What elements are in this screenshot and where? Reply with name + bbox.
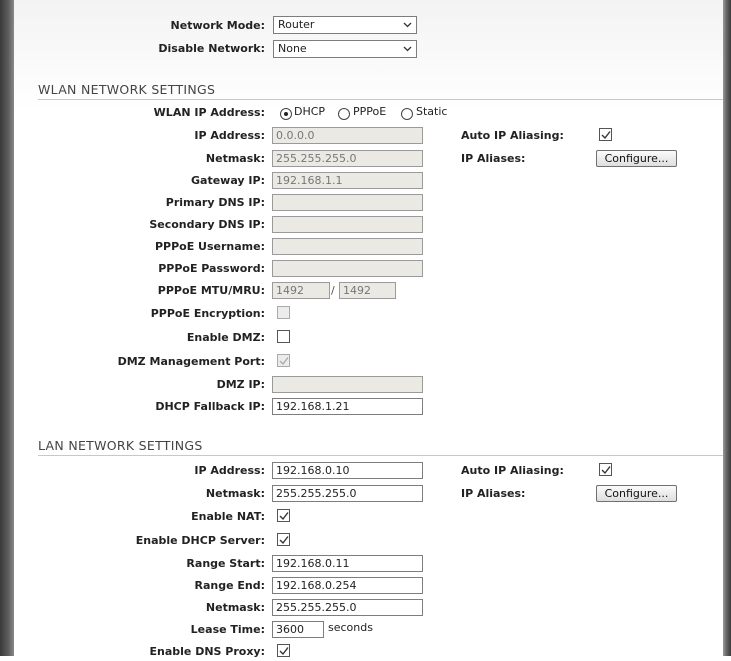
disable-network-value: None (278, 42, 307, 55)
wlan-pppoe-encryption-checkbox[interactable] (277, 306, 290, 319)
lan-netmask-input[interactable]: 255.255.255.0 (272, 485, 423, 502)
lan-range-start-input[interactable]: 192.168.0.11 (272, 555, 423, 572)
lan-enable-nat-label: Enable NAT: (191, 510, 265, 523)
wlan-mode-static-label: Static (416, 105, 448, 118)
checkmark-icon (601, 131, 611, 140)
lan-ip-address-label: IP Address: (194, 464, 265, 477)
chevron-down-icon (403, 46, 412, 52)
wlan-dmz-ip-label: DMZ IP: (216, 378, 265, 391)
wlan-dmz-ip-input[interactable] (272, 376, 423, 393)
wlan-primary-dns-input[interactable] (272, 194, 423, 211)
lan-ip-aliases-label: IP Aliases: (461, 487, 526, 500)
checkmark-icon (279, 647, 289, 656)
wlan-mode-pppoe-radio[interactable] (338, 108, 350, 120)
wlan-dmz-mgmt-port-label: DMZ Management Port: (117, 355, 265, 368)
network-mode-value: Router (278, 18, 315, 31)
wlan-enable-dmz-checkbox[interactable] (277, 330, 290, 343)
checkmark-icon (601, 466, 611, 475)
lan-auto-ip-aliasing-checkbox[interactable] (599, 463, 612, 476)
radio-selected-dot (284, 112, 288, 116)
mtu-mru-separator: / (331, 284, 335, 297)
wlan-pppoe-password-label: PPPoE Password: (158, 262, 265, 275)
wlan-pppoe-mtu-input[interactable]: 1492 (272, 282, 330, 299)
network-settings-page: Network Mode: Router Disable Network: No… (14, 0, 723, 658)
wlan-section-divider (38, 99, 723, 100)
chevron-down-icon (403, 22, 412, 28)
checkmark-icon (279, 512, 289, 521)
lan-auto-ip-aliasing-label: Auto IP Aliasing: (461, 464, 564, 477)
wlan-pppoe-username-label: PPPoE Username: (154, 240, 265, 253)
wlan-dmz-mgmt-port-checkbox[interactable] (277, 354, 290, 367)
lan-dns-proxy-checkbox[interactable] (277, 644, 290, 657)
wlan-pppoe-mru-input[interactable]: 1492 (339, 282, 396, 299)
lan-range-end-label: Range End: (194, 579, 265, 592)
wlan-pppoe-password-input[interactable] (272, 260, 423, 277)
wlan-netmask-label: Netmask: (205, 152, 265, 165)
checkmark-icon (279, 357, 289, 366)
lan-range-start-label: Range Start: (186, 557, 265, 570)
lan-section-divider (38, 455, 723, 456)
wlan-ip-address-input[interactable]: 0.0.0.0 (272, 127, 423, 144)
network-mode-select[interactable]: Router (273, 16, 417, 34)
wlan-secondary-dns-input[interactable] (272, 216, 423, 233)
wlan-dhcp-fallback-input[interactable]: 192.168.1.21 (272, 398, 423, 415)
disable-network-select[interactable]: None (273, 40, 417, 58)
wlan-gateway-label: Gateway IP: (191, 174, 265, 187)
wlan-configure-aliases-button[interactable]: Configure... (596, 150, 677, 167)
wlan-pppoe-encryption-label: PPPoE Encryption: (150, 307, 265, 320)
checkmark-icon (279, 536, 289, 545)
wlan-ip-mode-label: WLAN IP Address: (153, 106, 265, 119)
wlan-ip-address-label: IP Address: (194, 129, 265, 142)
wlan-auto-ip-aliasing-checkbox[interactable] (599, 128, 612, 141)
lan-dns-proxy-label: Enable DNS Proxy: (149, 645, 266, 658)
lan-dhcp-netmask-input[interactable]: 255.255.255.0 (272, 599, 423, 616)
lan-range-end-input[interactable]: 192.168.0.254 (272, 577, 423, 594)
lan-section-title: LAN NETWORK SETTINGS (38, 438, 203, 453)
wlan-mode-dhcp-radio[interactable] (280, 108, 292, 120)
wlan-secondary-dns-label: Secondary DNS IP: (149, 218, 265, 231)
wlan-mode-pppoe-label: PPPoE (353, 105, 387, 118)
wlan-ip-aliases-label: IP Aliases: (461, 152, 526, 165)
lan-enable-nat-checkbox[interactable] (277, 509, 290, 522)
lease-time-unit: seconds (328, 621, 373, 634)
lan-lease-time-input[interactable]: 3600 (272, 621, 324, 638)
right-page-shadow (723, 0, 731, 656)
wlan-pppoe-username-input[interactable] (272, 238, 423, 255)
lan-configure-aliases-button[interactable]: Configure... (596, 485, 677, 502)
lan-ip-address-input[interactable]: 192.168.0.10 (272, 462, 423, 479)
wlan-gateway-input[interactable]: 192.168.1.1 (272, 172, 423, 189)
wlan-netmask-input[interactable]: 255.255.255.0 (272, 150, 423, 167)
lan-enable-dhcp-label: Enable DHCP Server: (135, 534, 265, 547)
wlan-primary-dns-label: Primary DNS IP: (165, 196, 265, 209)
wlan-pppoe-mtu-label: PPPoE MTU/MRU: (157, 284, 265, 297)
wlan-dhcp-fallback-label: DHCP Fallback IP: (155, 400, 265, 413)
wlan-mode-static-radio[interactable] (401, 108, 413, 120)
wlan-section-title: WLAN NETWORK SETTINGS (38, 82, 216, 97)
lan-netmask-label: Netmask: (205, 487, 265, 500)
lan-lease-time-label: Lease Time: (190, 623, 265, 636)
wlan-enable-dmz-label: Enable DMZ: (186, 331, 265, 344)
wlan-auto-ip-aliasing-label: Auto IP Aliasing: (461, 129, 564, 142)
left-page-shadow (0, 0, 14, 656)
network-mode-label: Network Mode: (170, 19, 265, 32)
wlan-mode-dhcp-label: DHCP (294, 105, 326, 118)
lan-enable-dhcp-checkbox[interactable] (277, 533, 290, 546)
lan-dhcp-netmask-label: Netmask: (205, 601, 265, 614)
disable-network-label: Disable Network: (158, 42, 265, 55)
